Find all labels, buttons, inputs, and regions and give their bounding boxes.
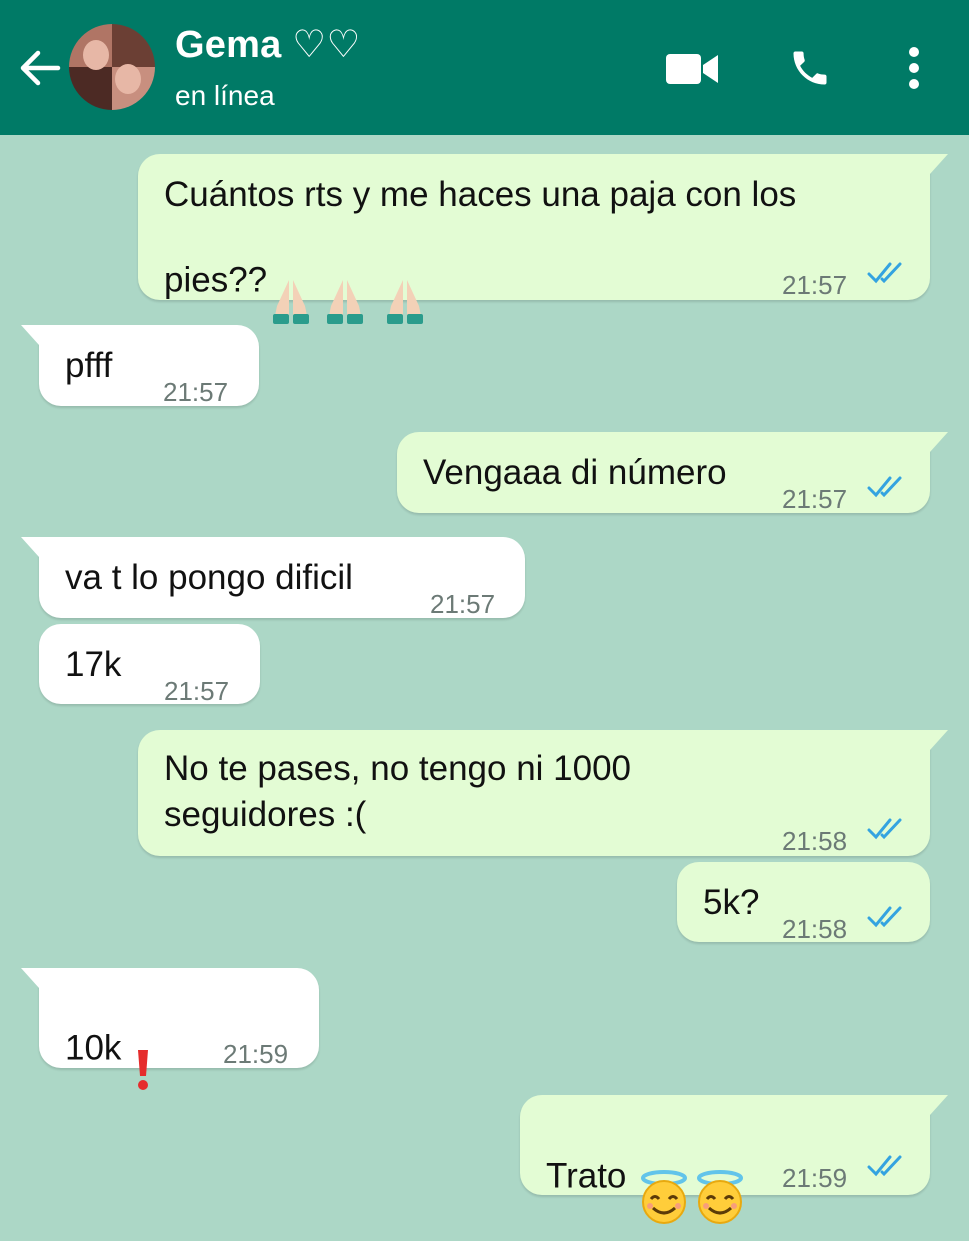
outgoing-message[interactable]: Vengaaa di número 21:57 (397, 432, 948, 514)
back-arrow-icon[interactable] (16, 44, 64, 92)
message-text: 5k? (703, 883, 760, 922)
message-text: Cuántos rts y me haces una paja con los … (164, 175, 797, 300)
folded-hands-emoji (315, 222, 375, 342)
incoming-message[interactable]: pfff 21:57 (21, 325, 259, 407)
message-text: 10k (65, 1028, 122, 1068)
message-time: 21:58 (782, 826, 848, 856)
smiling-face-with-halo-emoji (636, 1115, 692, 1241)
double-check-icon (867, 262, 902, 284)
message-text: 17k (65, 645, 122, 684)
smiling-face-with-halo-emoji (692, 1115, 748, 1241)
outgoing-message[interactable]: 5k? 21:58 (677, 862, 930, 944)
outgoing-message[interactable]: No te pases, no tengo ni 1000 seguidores… (138, 730, 948, 856)
double-check-icon (867, 906, 902, 928)
incoming-message[interactable]: 10k 21:59 (21, 968, 319, 1090)
phone-icon[interactable] (788, 46, 832, 90)
message-text: Vengaaa di número (423, 453, 727, 492)
message-text: Trato (546, 1156, 627, 1196)
outgoing-message[interactable]: Trato 21:59 (520, 1095, 948, 1224)
folded-hands-emoji (375, 222, 435, 342)
contact-status: en línea (175, 80, 275, 111)
message-time: 21:57 (164, 676, 230, 706)
message-time: 21:57 (430, 589, 496, 619)
message-time: 21:57 (163, 377, 229, 407)
double-check-icon (867, 476, 902, 498)
message-time: 21:59 (782, 1163, 848, 1193)
video-call-icon[interactable] (665, 50, 719, 88)
message-time: 21:58 (782, 914, 848, 944)
more-options-icon[interactable] (902, 44, 926, 92)
message-time: 21:57 (782, 484, 848, 514)
message-time: 21:59 (223, 1039, 289, 1069)
exclamation-mark-emoji (131, 990, 155, 1110)
message-text: No te pases, no tengo ni 1000 seguidores… (164, 749, 632, 834)
message-text: va t lo pongo dificil (65, 558, 353, 597)
message-time: 21:57 (782, 270, 848, 300)
incoming-message[interactable]: va t lo pongo dificil 21:57 (21, 537, 525, 619)
double-check-icon (867, 818, 902, 840)
outgoing-message[interactable]: Cuántos rts y me haces una paja con los … (138, 154, 948, 324)
folded-hands-emoji (267, 222, 315, 342)
contact-name[interactable]: Gema ♡♡ (175, 22, 361, 67)
double-check-icon (867, 1155, 902, 1177)
chat-header: Gema ♡♡ en línea (0, 0, 969, 135)
avatar[interactable] (69, 24, 155, 110)
incoming-message[interactable]: 17k 21:57 (39, 624, 260, 706)
message-text: pfff (65, 346, 113, 385)
